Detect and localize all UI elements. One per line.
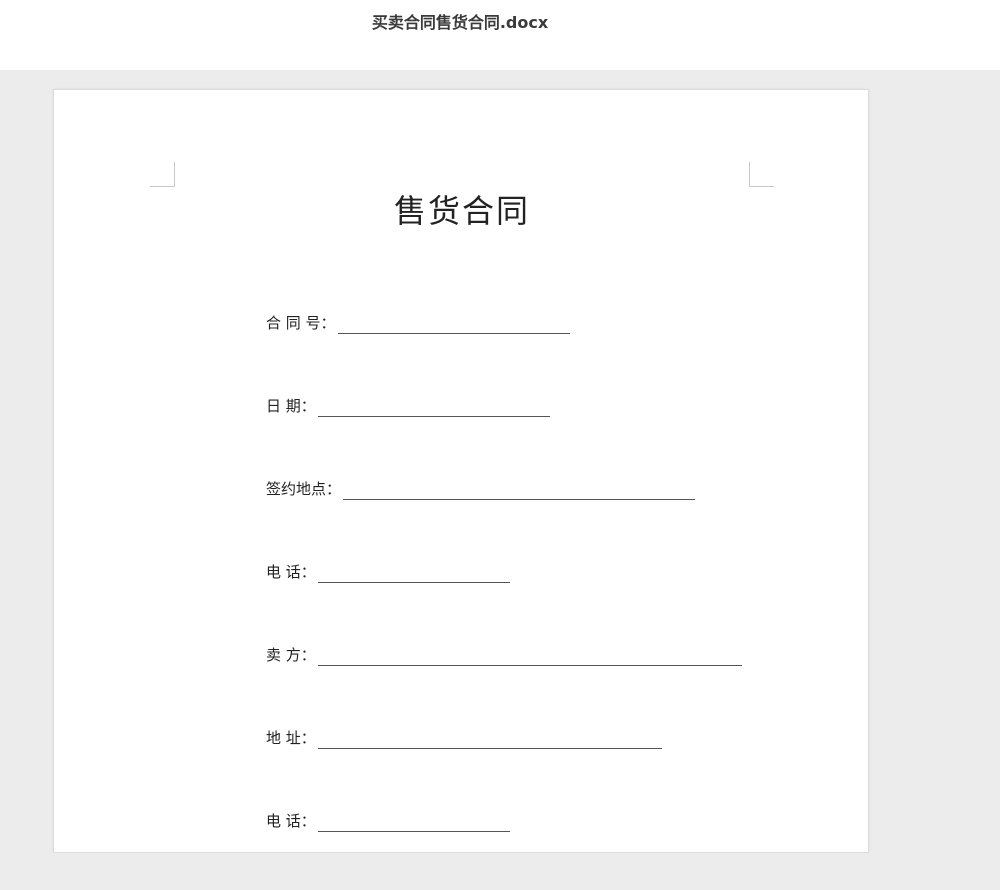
fill-in-line[interactable]	[317, 647, 742, 666]
document-heading: 售货合同	[393, 192, 530, 230]
field-label: 合 同 号：	[266, 314, 336, 332]
margin-corner-top-right	[749, 162, 774, 187]
field-phone-2: 电 话：	[266, 808, 510, 832]
field-signing-place: 签约地点：	[266, 476, 696, 500]
fill-in-line[interactable]	[317, 730, 662, 749]
field-label: 电 话：	[266, 812, 316, 830]
title-bar: 买卖合同售货合同.docx	[0, 0, 1000, 70]
field-phone: 电 话：	[266, 559, 510, 583]
field-date: 日 期：	[266, 393, 550, 417]
field-seller: 卖 方：	[266, 642, 742, 666]
field-contract-number: 合 同 号：	[266, 310, 570, 334]
field-label: 签约地点：	[266, 480, 342, 498]
document-title: 买卖合同售货合同.docx	[371, 13, 549, 32]
bottom-gutter	[0, 853, 1000, 890]
field-label: 日 期：	[266, 397, 316, 415]
field-label: 地 址：	[266, 729, 316, 747]
margin-corner-top-left	[150, 162, 175, 187]
field-label: 卖 方：	[266, 646, 316, 664]
field-label: 电 话：	[266, 563, 316, 581]
fill-in-line[interactable]	[317, 398, 550, 417]
fill-in-line[interactable]	[317, 813, 510, 832]
field-address: 地 址：	[266, 725, 662, 749]
fill-in-line[interactable]	[317, 564, 510, 583]
fill-in-line[interactable]	[337, 315, 570, 334]
fill-in-line[interactable]	[343, 481, 696, 500]
document-page[interactable]: 售货合同 合 同 号： 日 期： 签约地点： 电 话： 卖 方： 地 址： 电 …	[53, 89, 869, 853]
